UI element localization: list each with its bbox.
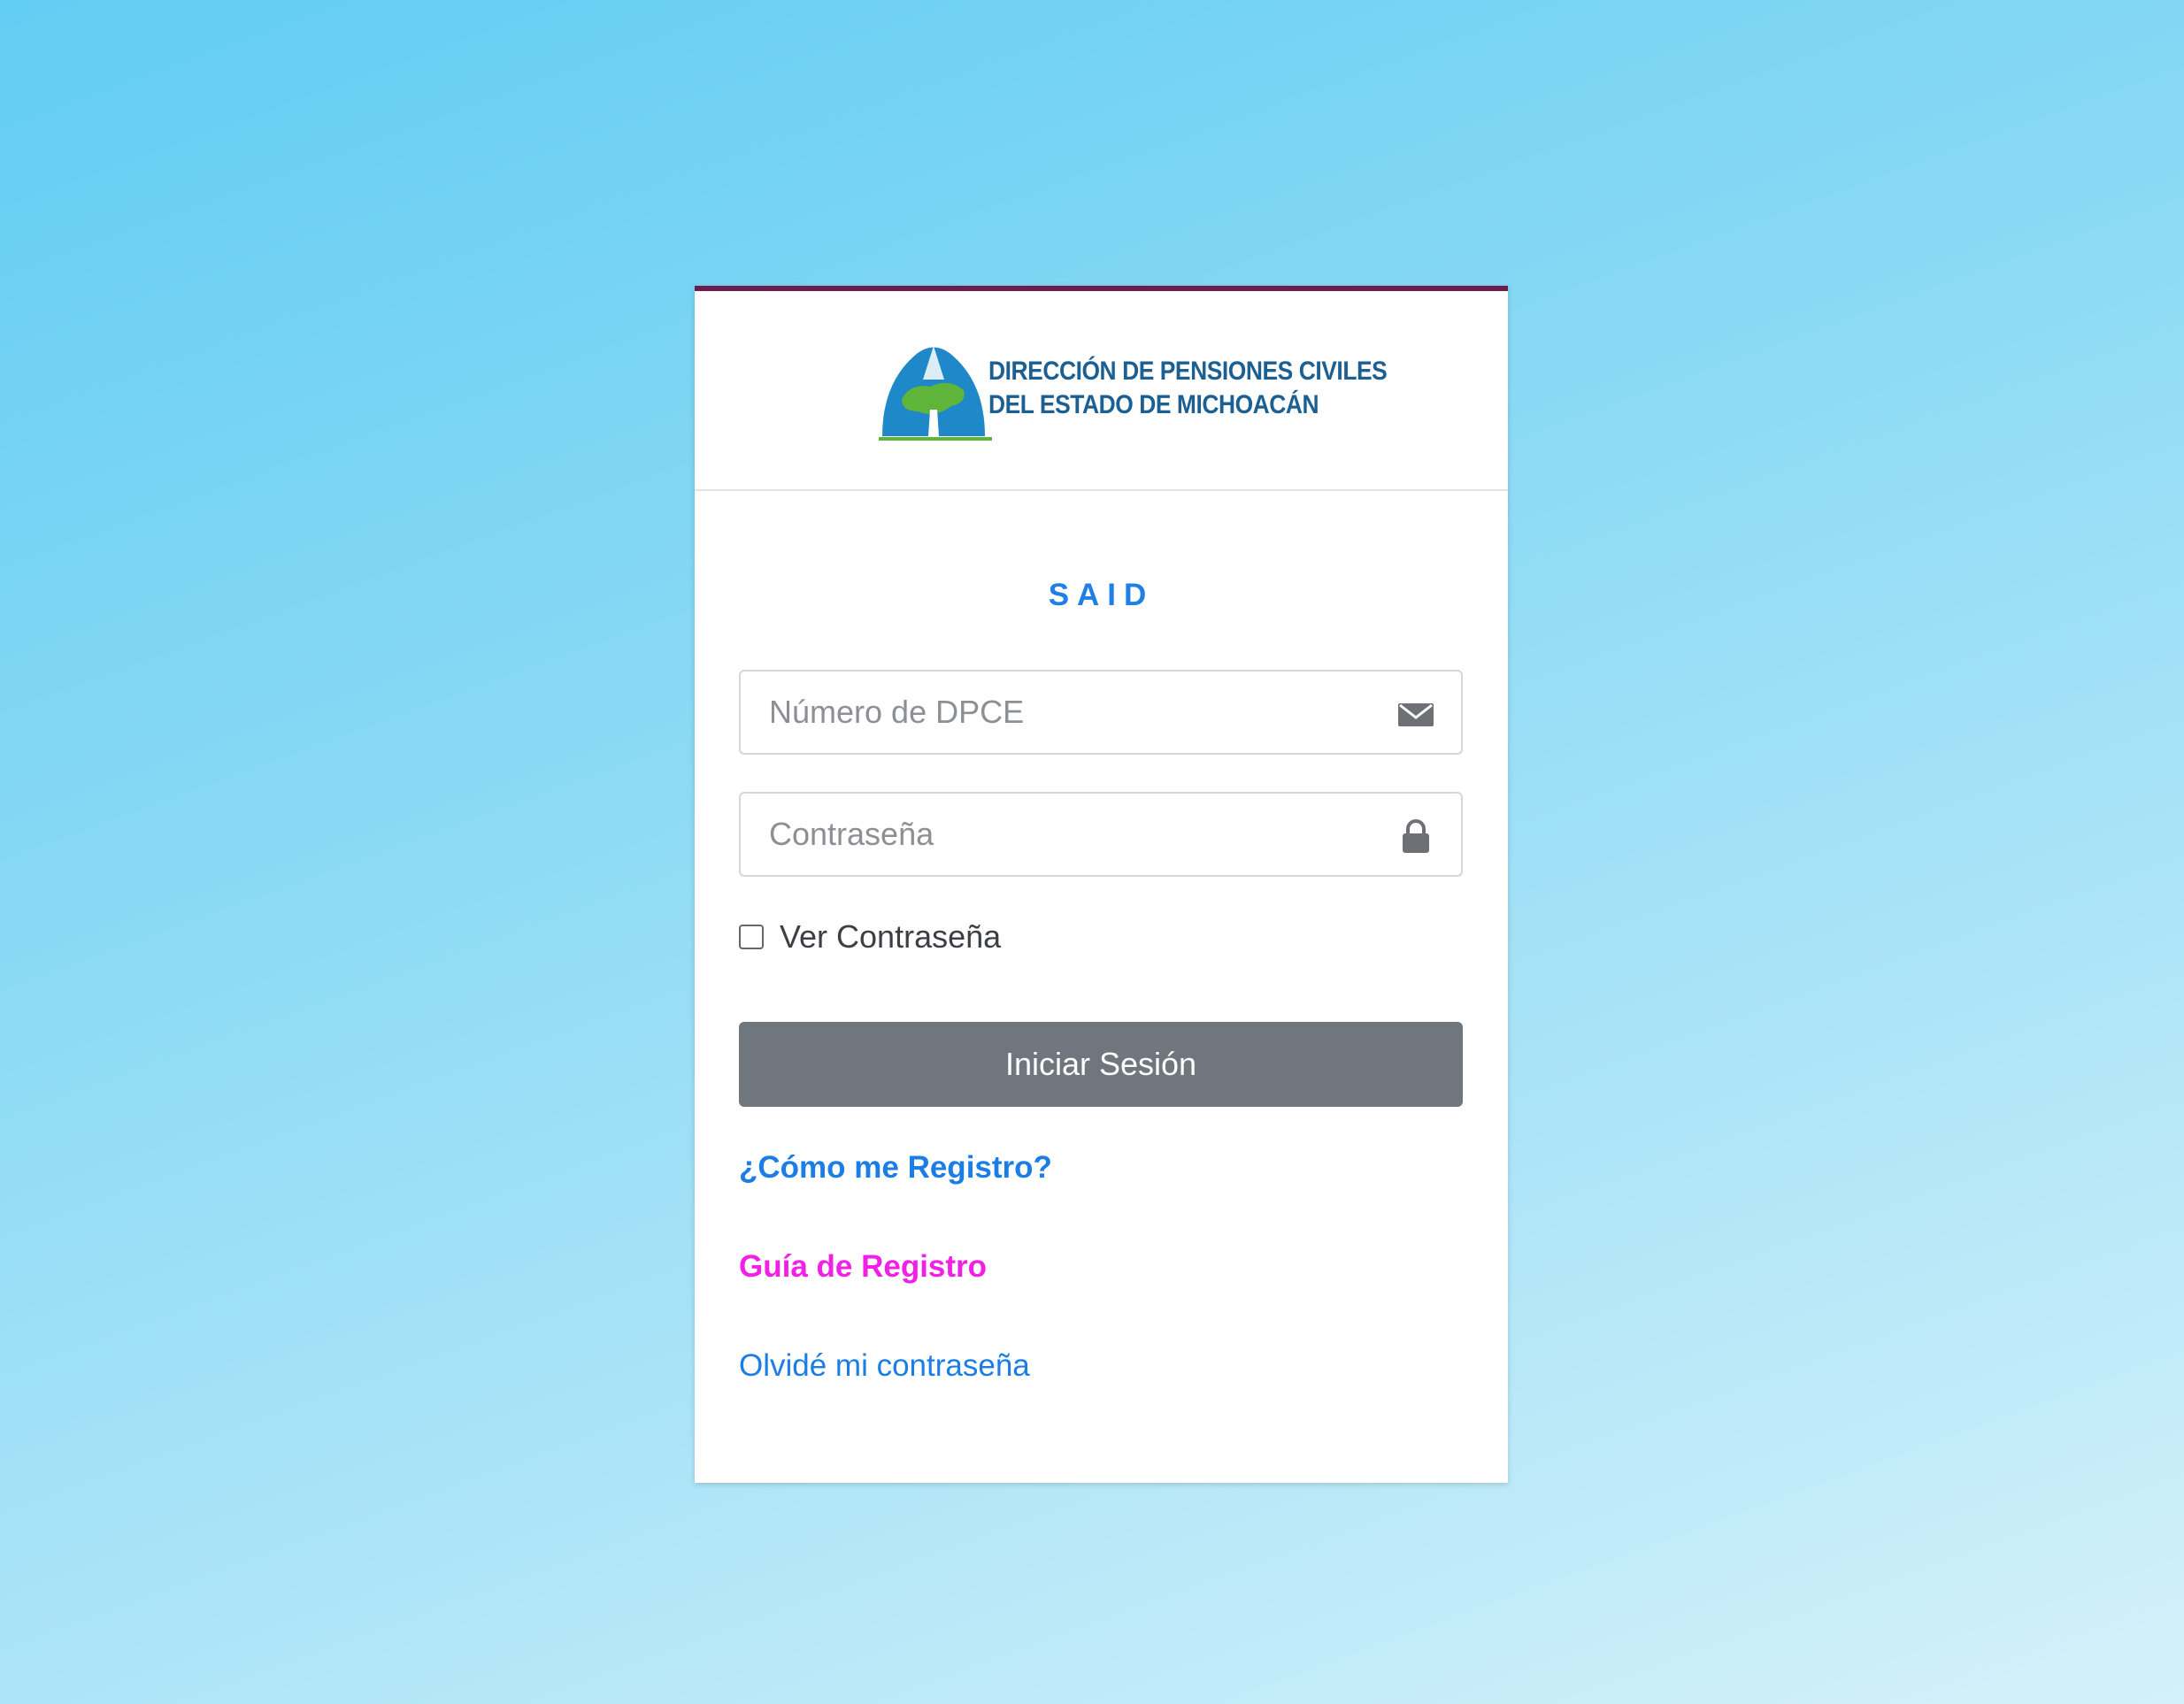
tree-logo-icon (879, 346, 992, 441)
page-title: SAID (1048, 578, 1155, 612)
organization-logo: DIRECCIÓN DE PENSIONES CIVILES DEL ESTAD… (872, 337, 1388, 443)
organization-name-line1: DIRECCIÓN DE PENSIONES CIVILES (988, 357, 1388, 386)
login-card: DIRECCIÓN DE PENSIONES CIVILES DEL ESTAD… (695, 286, 1508, 1483)
password-input-group (739, 792, 1463, 877)
show-password-label: Ver Contraseña (780, 918, 1002, 955)
show-password-toggle[interactable]: Ver Contraseña (739, 918, 1002, 955)
organization-name-line2: DEL ESTADO DE MICHOACÁN (988, 390, 1319, 419)
registration-guide-link[interactable]: Guía de Registro (739, 1249, 987, 1285)
dpce-input-group (739, 670, 1463, 755)
login-button[interactable]: Iniciar Sesión (739, 1022, 1463, 1107)
lock-icon (1397, 818, 1434, 854)
organization-name: DIRECCIÓN DE PENSIONES CIVILES DEL ESTAD… (988, 355, 1388, 422)
show-password-checkbox[interactable] (739, 925, 764, 949)
envelope-icon (1397, 696, 1434, 732)
forgot-password-link[interactable]: Olvidé mi contraseña (739, 1348, 1030, 1384)
how-to-register-link[interactable]: ¿Cómo me Registro? (739, 1150, 1052, 1186)
password-input[interactable] (741, 794, 1378, 875)
dpce-input[interactable] (741, 672, 1378, 753)
card-header: DIRECCIÓN DE PENSIONES CIVILES DEL ESTAD… (695, 291, 1508, 491)
